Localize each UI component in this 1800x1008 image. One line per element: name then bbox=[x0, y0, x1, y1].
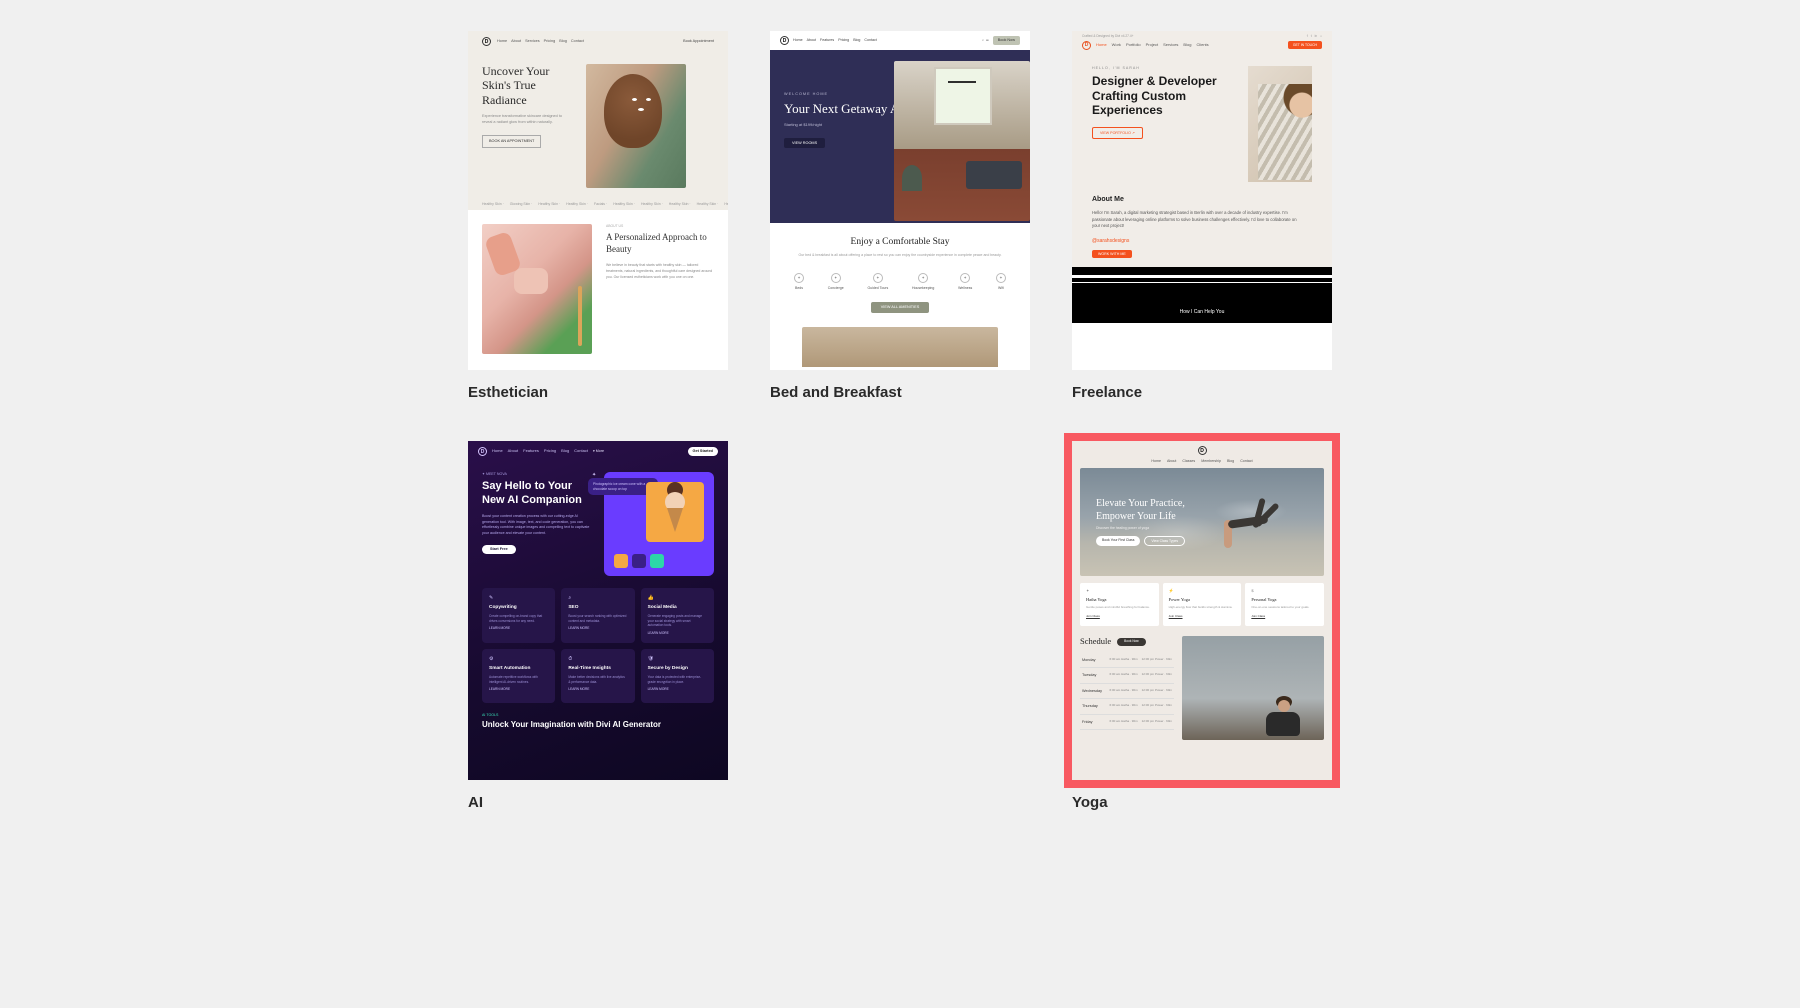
cta-button: Start Free bbox=[482, 545, 516, 555]
template-card-esthetician[interactable]: D HomeAboutServicesPricingBlogContact Bo… bbox=[468, 31, 728, 401]
hero-image bbox=[586, 64, 686, 188]
hero-card: Photographic ice cream cone with a choco… bbox=[604, 472, 714, 576]
cta-button: View Class Types bbox=[1144, 536, 1185, 546]
template-title: Freelance bbox=[1072, 384, 1332, 401]
template-card-freelance[interactable]: Crafted & Designed by Divi v4.27.4+ ftin… bbox=[1072, 31, 1332, 401]
hero-heading: Elevate Your Practice,Empower Your Life bbox=[1096, 498, 1324, 523]
about-heading: About Me bbox=[1092, 196, 1312, 204]
logo-icon: D bbox=[482, 37, 491, 46]
hero-sub: Discover the healing power of yoga bbox=[1096, 526, 1324, 530]
template-card-ai[interactable]: D HomeAboutFeaturesPricingBlogContact ▾ … bbox=[468, 441, 728, 811]
cta-button: Book Your First Class bbox=[1096, 536, 1140, 546]
template-thumbnail: Crafted & Designed by Divi v4.27.4+ ftin… bbox=[1072, 31, 1332, 370]
logo-icon: D bbox=[478, 447, 487, 456]
cta-button: WORK WITH ME bbox=[1092, 250, 1132, 258]
logo-icon: D bbox=[1082, 41, 1091, 50]
cta-button: BOOK AN APPOINTMENT bbox=[482, 135, 541, 148]
hero-image: Elevate Your Practice,Empower Your Life … bbox=[1080, 468, 1324, 576]
hero-image bbox=[1248, 66, 1312, 182]
nav-button: Get Started bbox=[688, 447, 718, 456]
template-thumbnail: D HomeAboutFeaturesPricingBlogContact ⌕ … bbox=[770, 31, 1030, 370]
social-handle: @sarahsdesigns bbox=[1092, 238, 1312, 244]
nav-link: Book Appointment bbox=[683, 39, 714, 44]
section-text: We believe in beauty that starts with he… bbox=[606, 263, 714, 281]
section-text: Our bed & breakfast is all about offerin… bbox=[788, 253, 1012, 259]
logo-icon: D bbox=[1198, 446, 1207, 455]
template-title: Esthetician bbox=[468, 384, 728, 401]
template-card-bnb[interactable]: D HomeAboutFeaturesPricingBlogContact ⌕ … bbox=[770, 31, 1030, 401]
section-heading: How I Can Help You bbox=[1072, 283, 1332, 315]
eyebrow: ✦ MEET NOVA bbox=[482, 472, 594, 476]
schedule-image bbox=[1182, 636, 1324, 740]
topbar-text: Crafted & Designed by Divi v4.27.4+ bbox=[1082, 35, 1133, 39]
hero-text: Boost your content creation process with… bbox=[482, 514, 592, 537]
section-image bbox=[802, 327, 998, 367]
section-heading: Enjoy a Comfortable Stay bbox=[788, 237, 1012, 248]
eyebrow: AI TOOLS bbox=[482, 713, 714, 717]
cta-button: VIEW ROOMS bbox=[784, 138, 825, 149]
template-card-yoga[interactable]: D HomeAboutClassesMembershipBlogContact … bbox=[1072, 441, 1332, 811]
logo-icon: D bbox=[780, 36, 789, 45]
hero-heading: Designer & Developer Crafting Custom Exp… bbox=[1092, 74, 1232, 117]
section-heading: A Personalized Approach to Beauty bbox=[606, 232, 714, 255]
section-image bbox=[482, 224, 592, 354]
hero-subtext: Experience transformative skincare desig… bbox=[482, 113, 572, 125]
eyebrow: HELLO, I'M SARAH bbox=[1092, 66, 1232, 70]
ticker: Healthy Skin ·Glowing Skin ·Healthy Skin… bbox=[468, 198, 728, 210]
cta-button: VIEW PORTFOLIO ↗ bbox=[1092, 127, 1143, 138]
template-thumbnail: D HomeAboutServicesPricingBlogContact Bo… bbox=[468, 31, 728, 370]
hero-heading: Uncover Your Skin's True Radiance bbox=[482, 64, 572, 107]
template-title: Bed and Breakfast bbox=[770, 384, 1030, 401]
template-thumbnail: D HomeAboutClassesMembershipBlogContact … bbox=[1072, 441, 1332, 780]
section-heading: Unlock Your Imagination with Divi AI Gen… bbox=[482, 720, 714, 730]
hero-heading: Say Hello to Your New AI Companion bbox=[482, 480, 592, 508]
nav-more: ▾ More bbox=[593, 449, 604, 453]
template-title: Yoga bbox=[1072, 794, 1332, 811]
template-thumbnail: D HomeAboutFeaturesPricingBlogContact ▾ … bbox=[468, 441, 728, 780]
nav-button: Book Now bbox=[993, 36, 1020, 45]
hero-image bbox=[894, 61, 1030, 221]
about-text: Hello! I'm Sarah, a digital marketing st… bbox=[1092, 210, 1302, 230]
schedule-button: Book Now bbox=[1117, 638, 1146, 646]
template-title: AI bbox=[468, 794, 728, 811]
nav-button: GET IN TOUCH bbox=[1288, 41, 1322, 49]
cta-button: VIEW ALL AMENITIES bbox=[871, 302, 929, 313]
schedule-heading: Schedule bbox=[1080, 636, 1111, 646]
